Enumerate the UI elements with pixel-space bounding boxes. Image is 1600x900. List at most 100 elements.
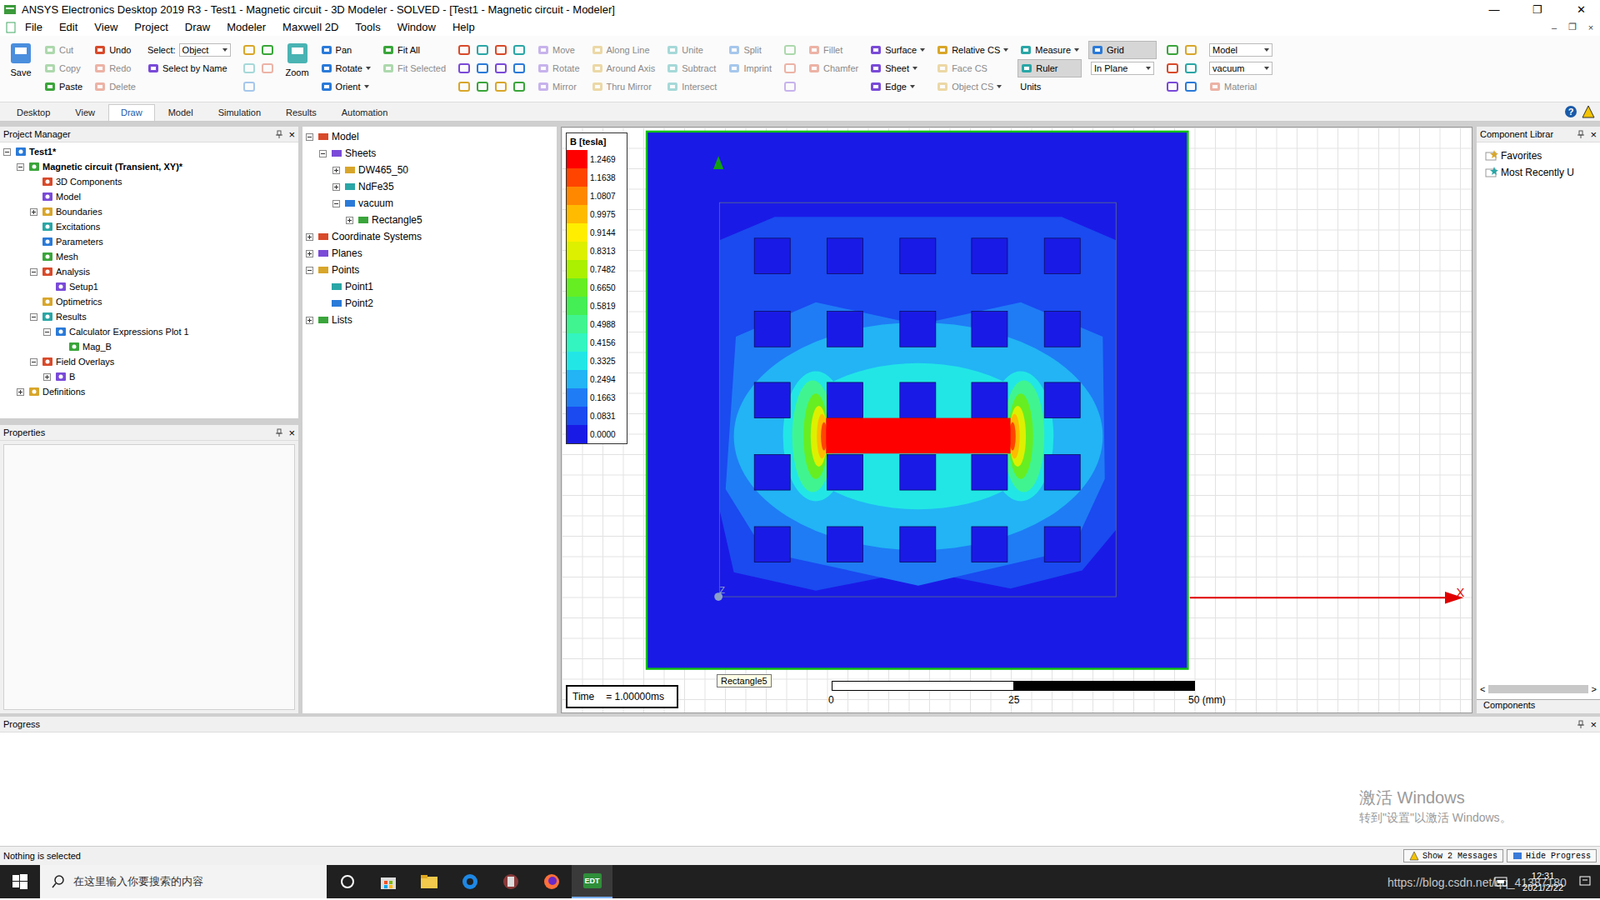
- iron-block[interactable]: [754, 382, 790, 419]
- pin-icon[interactable]: [1576, 130, 1585, 139]
- taskbar-app[interactable]: [530, 865, 572, 899]
- toolbar-button[interactable]: Object CS: [934, 77, 1011, 96]
- toolbar-button[interactable]: Undo: [91, 40, 139, 60]
- iron-block[interactable]: [827, 382, 864, 419]
- taskbar-app[interactable]: [490, 865, 531, 899]
- toolbar-button[interactable]: Material: [1206, 77, 1275, 96]
- tree-item[interactable]: Points: [302, 261, 557, 279]
- expand-toggle-icon[interactable]: [30, 313, 38, 321]
- iron-block[interactable]: [827, 454, 864, 490]
- tree-item[interactable]: Optimetrics: [0, 294, 299, 310]
- toolbar-button[interactable]: Thru Mirror: [589, 77, 659, 96]
- menu-item[interactable]: Tools: [346, 20, 389, 34]
- toolbar-button[interactable]: Mirror: [535, 77, 582, 96]
- taskbar-search[interactable]: 在这里输入你要搜索的内容: [40, 865, 327, 899]
- toolbar-button[interactable]: Ruler: [1017, 59, 1082, 78]
- expand-toggle-icon[interactable]: [319, 150, 327, 158]
- pin-icon[interactable]: [1576, 720, 1585, 729]
- close-button[interactable]: ×: [1590, 129, 1597, 140]
- library-item[interactable]: Favorites: [1485, 147, 1600, 165]
- tree-item[interactable]: Setup1: [0, 279, 299, 295]
- tool-icon[interactable]: [260, 43, 275, 57]
- ribbon-tab[interactable]: Draw: [108, 104, 155, 121]
- toolbar-button[interactable]: Select by Name: [145, 59, 234, 78]
- toolbar-button[interactable]: Split: [725, 40, 775, 60]
- toolbar-button[interactable]: Delete: [91, 77, 139, 96]
- expand-toggle-icon[interactable]: [305, 133, 314, 141]
- select-dropdown[interactable]: Object: [179, 43, 231, 57]
- tree-item[interactable]: Mesh: [0, 249, 299, 265]
- pin-icon[interactable]: [275, 428, 284, 437]
- menu-item[interactable]: Help: [444, 20, 484, 34]
- iron-block[interactable]: [1044, 454, 1080, 490]
- menu-item[interactable]: View: [85, 20, 126, 34]
- tool-icon[interactable]: [783, 43, 797, 57]
- menu-item[interactable]: Modeler: [218, 20, 275, 34]
- tree-item[interactable]: Mag_B: [0, 339, 299, 355]
- tool-icon[interactable]: [1165, 61, 1180, 75]
- taskbar-app[interactable]: [367, 865, 409, 899]
- toolbar-button[interactable]: Redo: [91, 59, 139, 78]
- tree-item[interactable]: Sheets: [302, 145, 557, 162]
- tool-icon[interactable]: [1184, 80, 1198, 94]
- toolbar-dropdown[interactable]: In Plane: [1088, 59, 1157, 78]
- tree-item[interactable]: Test1*: [0, 144, 299, 160]
- color-legend[interactable]: B [tesla]1.24691.16381.08070.99750.91440…: [565, 132, 628, 445]
- toolbar-button[interactable]: Sheet: [867, 59, 928, 78]
- ribbon-tab[interactable]: Simulation: [206, 105, 273, 121]
- tree-item[interactable]: vacuum: [302, 195, 557, 212]
- iron-block[interactable]: [900, 526, 936, 563]
- components-tab[interactable]: Components: [1476, 699, 1600, 714]
- tool-icon[interactable]: [494, 61, 508, 75]
- toolbar-button[interactable]: Edge: [867, 77, 928, 96]
- tool-icon[interactable]: [783, 61, 797, 75]
- modeler-viewport[interactable]: XZB [tesla]1.24691.16381.08070.99750.914…: [560, 126, 1473, 714]
- tool-icon[interactable]: [475, 43, 490, 57]
- help-button[interactable]: ?: [1565, 105, 1577, 118]
- ribbon-tab[interactable]: Results: [274, 105, 329, 121]
- menu-item[interactable]: Maxwell 2D: [274, 20, 347, 34]
- mdi-control[interactable]: ×: [1581, 22, 1600, 33]
- iron-block[interactable]: [900, 238, 936, 275]
- tree-item[interactable]: Definitions: [0, 384, 299, 400]
- ribbon-tab[interactable]: Model: [156, 105, 205, 121]
- tool-icon[interactable]: [242, 43, 256, 57]
- menu-item[interactable]: Project: [125, 20, 176, 34]
- ribbon-tab[interactable]: View: [63, 105, 107, 121]
- toolbar-button[interactable]: Imprint: [725, 59, 775, 78]
- tree-item[interactable]: Model: [0, 189, 299, 205]
- taskbar-app[interactable]: [449, 865, 490, 899]
- expand-toggle-icon[interactable]: [16, 388, 25, 396]
- horizontal-scrollbar[interactable]: <>: [1480, 682, 1600, 696]
- toolbar-button[interactable]: Orient: [318, 77, 374, 96]
- tool-icon[interactable]: [1165, 80, 1180, 94]
- window-control[interactable]: —: [1475, 3, 1514, 16]
- iron-block[interactable]: [900, 454, 936, 490]
- tool-icon[interactable]: [457, 80, 471, 94]
- expand-toggle-icon[interactable]: [305, 233, 314, 241]
- iron-block[interactable]: [971, 526, 1008, 563]
- status-button[interactable]: Hide Progress: [1506, 849, 1597, 863]
- menu-item[interactable]: Window: [389, 20, 445, 34]
- tree-item[interactable]: Planes: [302, 245, 557, 262]
- iron-block[interactable]: [1044, 526, 1080, 563]
- toolbar-button[interactable]: Save: [6, 40, 35, 78]
- expand-toggle-icon[interactable]: [43, 373, 51, 381]
- menu-item[interactable]: File: [16, 20, 51, 34]
- toolbar-button[interactable]: Move: [535, 40, 582, 60]
- expand-toggle-icon[interactable]: [332, 183, 340, 191]
- iron-block[interactable]: [971, 382, 1008, 419]
- mdi-control[interactable]: –: [1545, 22, 1564, 33]
- expand-toggle-icon[interactable]: [305, 316, 314, 325]
- iron-block[interactable]: [827, 526, 864, 563]
- expand-toggle-icon[interactable]: [30, 208, 38, 216]
- tool-icon[interactable]: [242, 80, 256, 94]
- toolbar-button[interactable]: Rotate: [535, 59, 582, 78]
- tool-icon[interactable]: [512, 61, 526, 75]
- toolbar-button[interactable]: Face CS: [934, 59, 1011, 78]
- iron-block[interactable]: [754, 238, 790, 275]
- expand-toggle-icon[interactable]: [305, 266, 314, 275]
- tool-icon[interactable]: [1184, 43, 1198, 57]
- toolbar-button[interactable]: Zoom: [283, 40, 312, 78]
- expand-toggle-icon[interactable]: [332, 200, 340, 208]
